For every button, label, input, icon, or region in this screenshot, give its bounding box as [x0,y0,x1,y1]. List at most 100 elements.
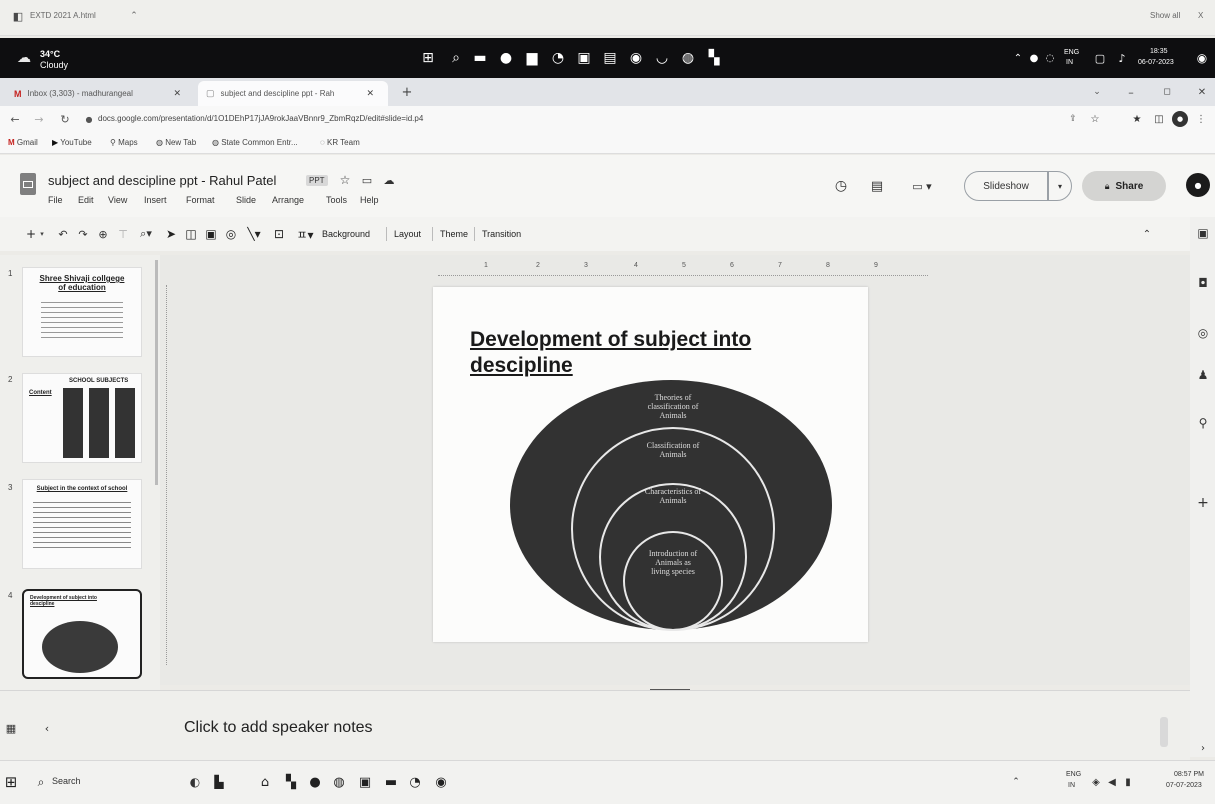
slide-thumbnail-3[interactable]: Subject in the context of school [22,479,142,569]
cloud-status-icon[interactable]: ☁ [382,173,396,187]
sidepanel-icon[interactable]: ◫ [1152,112,1166,126]
bookmark-youtube[interactable]: ▶ YouTube [52,138,92,147]
tab-search-icon[interactable]: ⌄ [1090,85,1104,99]
expand-side-panel-icon[interactable]: › [1198,741,1208,755]
add-icon[interactable]: + [24,226,38,242]
theme-button[interactable]: Theme [440,229,468,239]
background-button[interactable]: Background [322,229,370,239]
menu-arrange[interactable]: Arrange [272,195,304,205]
widgets-icon[interactable]: ◐ [186,773,204,791]
calendar-icon[interactable]: ▣ [1195,225,1211,241]
keep-icon[interactable]: ◘ [1195,275,1211,291]
search-icon[interactable]: ⌕ [34,773,48,791]
menu-help[interactable]: Help [360,195,379,205]
tasks-icon[interactable]: ◎ [1195,325,1211,341]
slideshow-button[interactable]: Slideshow [964,171,1048,201]
edge-icon[interactable]: ◔ [406,773,424,791]
format-options-icon[interactable]: ㅍ▾ [294,226,316,242]
back-arrow-icon[interactable]: ← [8,112,22,126]
menu-tools[interactable]: Tools [326,195,347,205]
menu-slide[interactable]: Slide [236,195,256,205]
app-icon[interactable]: ▚ [704,48,724,68]
chevron-up-icon[interactable]: ⌃ [128,10,140,22]
transition-button[interactable]: Transition [482,229,521,239]
zoom-icon[interactable]: ⌕▾ [136,226,156,242]
filmstrip-scrollbar[interactable] [155,260,158,485]
meet-icon[interactable]: ▭ ▾ [908,177,936,195]
windows-start-icon[interactable]: ⊞ [2,773,20,791]
notifications-icon[interactable]: ◉ [1192,48,1212,68]
line-icon[interactable]: ╲▾ [244,226,264,242]
menu-format[interactable]: Format [186,195,215,205]
minimize-icon[interactable]: – [1124,85,1138,99]
volume-icon[interactable]: ◀ [1106,775,1118,789]
star-icon[interactable]: ☆ [338,173,352,187]
star-icon[interactable]: ☆ [1088,112,1102,126]
slide-thumbnail-1[interactable]: Shree Shivaji collgege of education [22,267,142,357]
slide-thumbnail-4-selected[interactable]: Development of subject into descipline [22,589,142,679]
close-download-bar[interactable]: X [1198,11,1203,20]
menu-kebab-icon[interactable]: ⋮ [1196,112,1206,126]
chrome-icon[interactable]: ◉ [432,773,450,791]
shield-icon[interactable]: ◡ [652,48,672,68]
notes-scrollbar[interactable] [1160,717,1168,747]
shape-icon[interactable]: ◎ [224,226,238,242]
download-file-name[interactable]: EXTD 2021 A.html [30,11,96,20]
reload-icon[interactable]: ↻ [58,112,72,126]
image-icon[interactable]: ▣ [204,226,218,242]
add-addon-icon[interactable]: + [1195,495,1211,511]
bookmark-kr[interactable]: ◌ KR Team [320,138,360,147]
chat-icon[interactable]: ● [496,48,516,68]
share-button[interactable]: 🔒︎ Share [1082,171,1166,201]
tray-chevron-icon[interactable]: ⌃ [1010,775,1022,789]
store-icon[interactable]: ▣ [356,773,374,791]
collapse-chevron-icon[interactable]: ⌃ [1140,226,1154,242]
explorer-icon[interactable]: ▬ [382,773,400,791]
slide-thumbnail-2[interactable]: SCHOOL SUBJECTS Content [22,373,142,463]
store-icon[interactable]: ▣ [574,48,594,68]
teams-icon[interactable]: ▚ [282,773,300,791]
textbox-icon[interactable]: ◫ [184,226,198,242]
chevron-down-icon[interactable]: ▾ [38,226,46,242]
task-view-icon[interactable]: ▙ [210,773,228,791]
new-tab-icon[interactable]: + [400,85,414,100]
wifi-icon[interactable]: ◈ [1090,775,1102,789]
maps-icon[interactable]: ⚲ [1195,415,1211,431]
bookmark-newtab[interactable]: ◍ New Tab [156,138,196,147]
slideshow-dropdown[interactable]: ▾ [1048,171,1072,201]
history-icon[interactable]: ◷ [832,177,850,195]
slides-logo-icon[interactable] [20,173,36,195]
edge-icon[interactable]: ◔ [548,48,568,68]
close-icon[interactable]: ✕ [367,88,375,99]
select-cursor-icon[interactable]: ➤ [164,226,178,242]
mail-icon[interactable]: ⌂ [256,773,274,791]
menu-insert[interactable]: Insert [144,195,167,205]
contacts-icon[interactable]: ♟ [1195,367,1211,383]
battery-icon[interactable]: ▮ [1122,775,1134,789]
menu-file[interactable]: File [48,195,63,205]
slide-title[interactable]: Development of subject into descipline [470,327,850,379]
media-icon[interactable]: ◍ [678,48,698,68]
url-field[interactable]: docs.google.com/presentation/d/1O1DEhP17… [98,114,423,123]
show-all-link[interactable]: Show all [1150,11,1180,20]
share-page-icon[interactable]: ⇪ [1066,112,1080,126]
extension-icon[interactable]: ★ [1130,112,1144,126]
collapse-filmstrip-icon[interactable]: ‹ [42,721,52,735]
window-close-icon[interactable]: ✕ [1195,85,1209,99]
taskbar-search-label[interactable]: Search [52,776,81,786]
menu-edit[interactable]: Edit [78,195,94,205]
lock-icon[interactable]: ● [84,113,94,125]
photos-icon[interactable]: ▤ [600,48,620,68]
account-avatar[interactable]: ● [1186,173,1210,197]
office-icon[interactable]: ◍ [330,773,348,791]
comment-add-icon[interactable]: ⊡ [272,226,286,242]
profile-avatar-icon[interactable]: ● [1172,111,1188,127]
layout-button[interactable]: Layout [394,229,421,239]
doc-title[interactable]: subject and descipline ppt - Rahul Patel [48,173,276,188]
tab-slides[interactable]: ▢ subject and descipline ppt - Rah ✕ [198,81,388,106]
windows-start-icon[interactable]: ⊞ [418,48,438,68]
bookmark-state[interactable]: ◍ State Common Entr... [212,138,298,147]
print-icon[interactable]: ⊕ [96,226,110,242]
tray-display-icon[interactable]: ▢ [1090,48,1110,68]
comments-icon[interactable]: ▤ [868,177,886,195]
